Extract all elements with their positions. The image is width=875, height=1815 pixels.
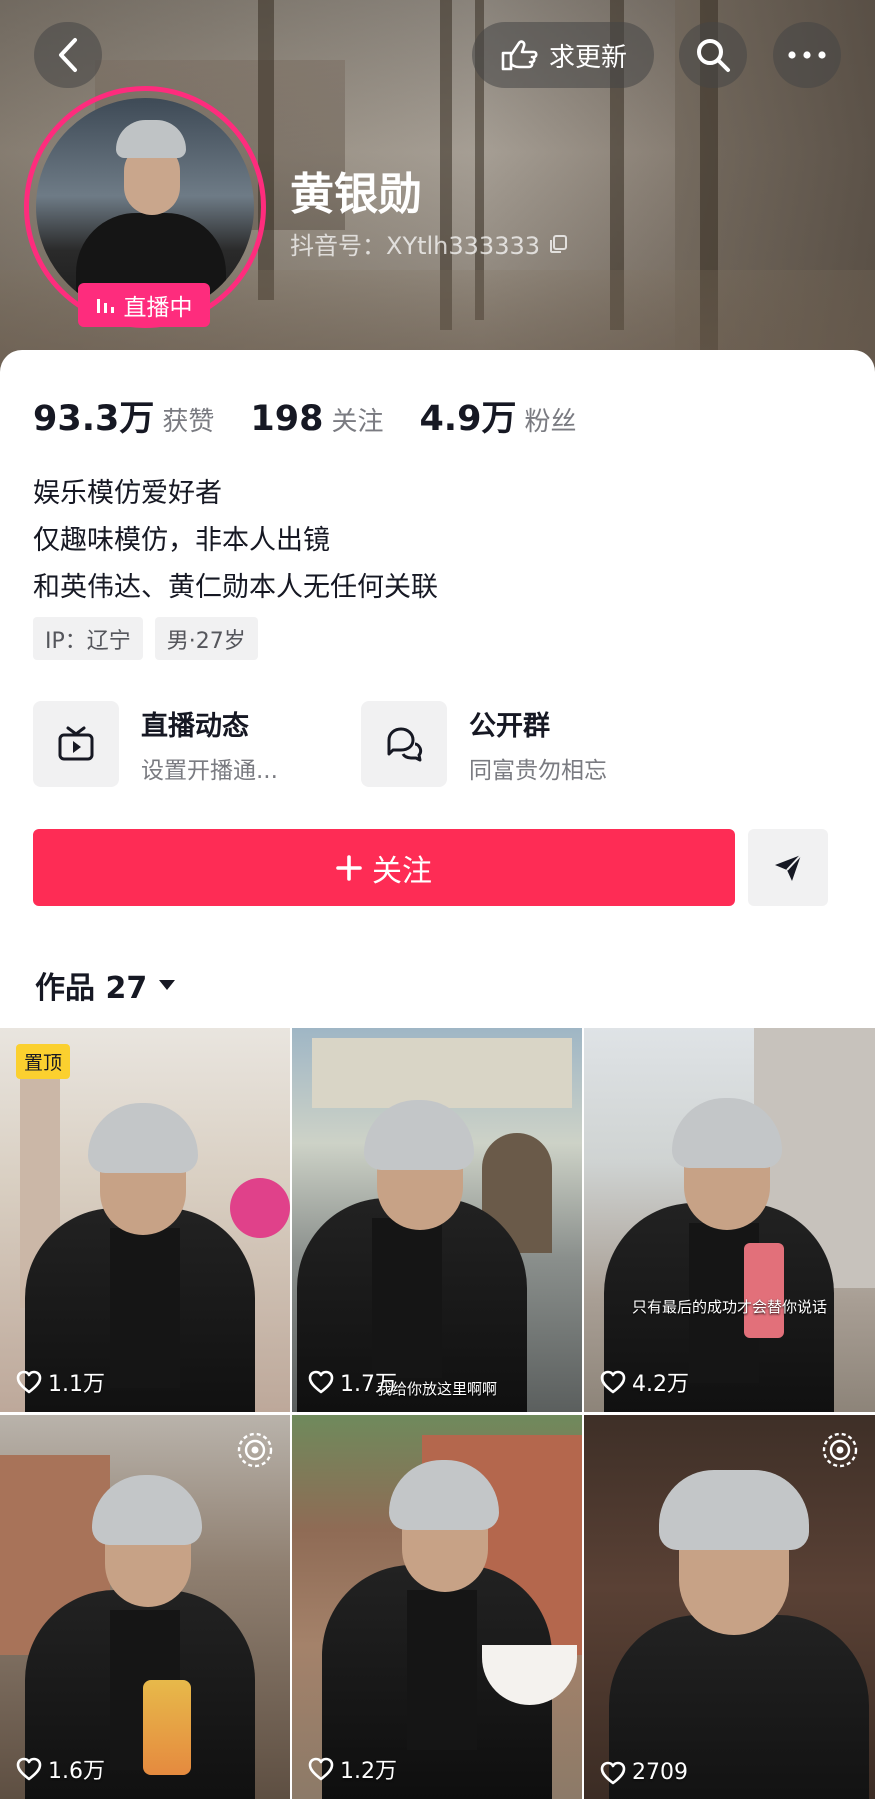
username: 黄银勋 [290, 169, 422, 220]
live-badge[interactable]: 直播中 [78, 283, 210, 327]
send-message-button[interactable] [748, 829, 828, 906]
background-building [312, 1038, 572, 1108]
plus-icon [336, 854, 362, 881]
stat-followers[interactable]: 4.9万 粉丝 [419, 390, 576, 441]
background-tree [258, 0, 274, 300]
background-object [230, 1178, 290, 1238]
stat-following-number: 198 [250, 399, 324, 439]
search-icon [697, 39, 730, 72]
video-likes-count: 1.7万 [340, 1372, 397, 1397]
stat-likes-label: 获赞 [162, 407, 215, 437]
video-likes-count: 1.1万 [48, 1372, 105, 1397]
video-tile[interactable]: 只有最后的成功才会替你说话 4.2万 [584, 1028, 875, 1412]
live-updates-entry[interactable]: 直播动态 设置开播通... [33, 700, 278, 788]
stat-likes[interactable]: 93.3万 获赞 [33, 390, 214, 441]
drink-cup [744, 1243, 784, 1338]
video-likes-count: 4.2万 [632, 1372, 689, 1397]
stat-likes-number: 93.3万 [33, 399, 155, 439]
more-options-button[interactable] [773, 22, 841, 88]
video-tile[interactable]: 1.2万 [292, 1415, 582, 1799]
gender-age-tag: 男·27岁 [154, 617, 258, 660]
live-bars-icon [96, 299, 114, 313]
more-dots-icon [788, 51, 826, 59]
public-group-title: 公开群 [469, 710, 550, 742]
heart-icon [600, 1761, 626, 1784]
video-likes: 4.2万 [600, 1366, 689, 1398]
heart-icon [16, 1370, 42, 1394]
back-button[interactable] [34, 22, 102, 88]
heart-icon [600, 1370, 626, 1394]
video-likes-count: 2709 [632, 1760, 688, 1785]
heart-icon [308, 1370, 334, 1394]
video-caption: 只有最后的成功才会替你说话 [631, 1298, 827, 1316]
profile-bio: 娱乐模仿爱好者 仅趣味模仿，非本人出镜 和英伟达、黄仁勋本人无任何关联 [33, 470, 438, 611]
heart-icon [16, 1757, 42, 1781]
live-circle-icon [822, 1432, 858, 1468]
video-likes-count: 1.6万 [48, 1759, 105, 1784]
profile-tags: IP：辽宁 男·27岁 [33, 617, 258, 660]
stat-followers-number: 4.9万 [419, 399, 517, 439]
copy-icon[interactable] [548, 234, 568, 254]
video-tile[interactable]: 1.6万 [0, 1415, 290, 1799]
video-likes: 2709 [600, 1760, 688, 1785]
chevron-left-icon [59, 38, 77, 72]
pinned-badge: 置顶 [16, 1044, 71, 1079]
video-tile[interactable]: 置顶 1.1万 [0, 1028, 290, 1412]
follow-button[interactable]: 关注 [33, 829, 735, 906]
tv-play-icon [33, 701, 119, 787]
request-update-label: 求更新 [548, 42, 627, 73]
video-likes-count: 1.2万 [340, 1759, 397, 1784]
stat-following[interactable]: 198 关注 [250, 399, 383, 439]
stat-following-label: 关注 [331, 407, 384, 437]
live-circle-icon [237, 1432, 273, 1468]
stat-followers-label: 粉丝 [524, 407, 577, 437]
follow-label: 关注 [372, 853, 432, 889]
search-button[interactable] [679, 22, 747, 88]
heart-icon [308, 1757, 334, 1781]
chat-bubbles-icon [361, 701, 447, 787]
caret-down-icon [159, 980, 176, 990]
paper-plane-icon [775, 853, 802, 881]
request-update-button[interactable]: 求更新 [472, 22, 654, 88]
bio-line: 和英伟达、黄仁勋本人无任何关联 [33, 572, 438, 603]
public-group-subtitle: 同富贵勿相忘 [469, 757, 607, 784]
video-likes: 1.2万 [308, 1753, 397, 1785]
video-tile[interactable]: 2709 [584, 1415, 875, 1799]
douyin-id[interactable]: 抖音号：XYtlh333333 [290, 226, 568, 261]
video-grid: 置顶 1.1万 我给你放这里啊啊 1.7万 只有最后的成功才会替你说话 4.2万 [0, 1028, 875, 1799]
ip-location-tag: IP：辽宁 [33, 617, 143, 660]
video-likes: 1.6万 [16, 1753, 105, 1785]
live-updates-title: 直播动态 [141, 710, 249, 742]
pointing-hand-icon [501, 40, 538, 71]
video-tile[interactable]: 我给你放这里啊啊 1.7万 [292, 1028, 582, 1412]
bio-line: 仅趣味模仿，非本人出镜 [33, 525, 330, 556]
works-tab[interactable]: 作品 27 [35, 963, 177, 1007]
drink-cup [143, 1680, 191, 1775]
video-likes: 1.1万 [16, 1366, 105, 1398]
video-likes: 1.7万 [308, 1366, 397, 1398]
public-group-entry[interactable]: 公开群 同富贵勿相忘 [361, 700, 607, 788]
live-updates-subtitle: 设置开播通... [141, 757, 278, 784]
bio-line: 娱乐模仿爱好者 [33, 478, 222, 509]
douyin-id-text: 抖音号：XYtlh333333 [290, 232, 541, 260]
works-title: 作品 27 [35, 971, 148, 1006]
profile-stats: 93.3万 获赞 198 关注 4.9万 粉丝 [33, 390, 612, 441]
live-badge-label: 直播中 [123, 295, 193, 321]
